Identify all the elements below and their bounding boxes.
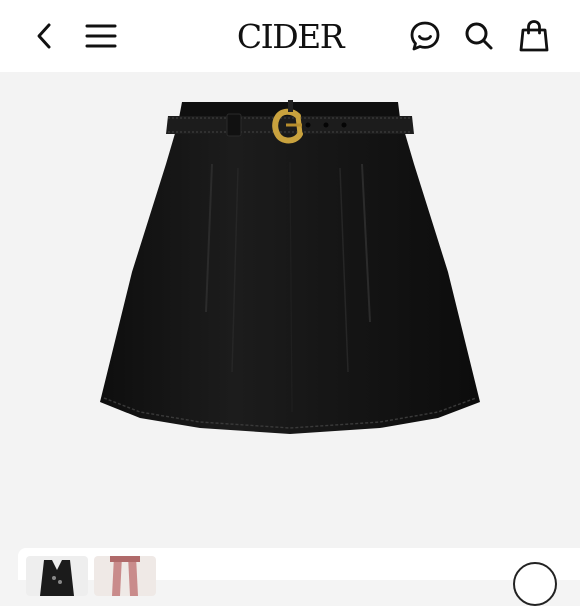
cart-button[interactable] [512,14,556,58]
product-image[interactable] [0,72,580,550]
thumbnail-strip [18,548,580,596]
vest-thumbnail-image [40,560,74,596]
back-button[interactable] [23,14,67,58]
thumbnail-2[interactable] [94,556,156,596]
brand-logo[interactable]: CIDER [190,14,390,60]
shopping-bag-icon [519,20,549,52]
model-thumbnail-image [110,556,140,596]
top-navigation-bar: CIDER [0,0,580,72]
chat-button[interactable] [403,14,447,58]
skirt-image [100,100,480,434]
menu-button[interactable] [79,14,123,58]
search-button[interactable] [457,14,501,58]
search-icon [465,22,493,50]
thumbnail-1[interactable] [26,556,88,596]
floating-action-button[interactable] [513,562,557,606]
chat-icon [410,21,440,51]
menu-icon [85,24,117,48]
back-chevron-icon [37,23,51,49]
